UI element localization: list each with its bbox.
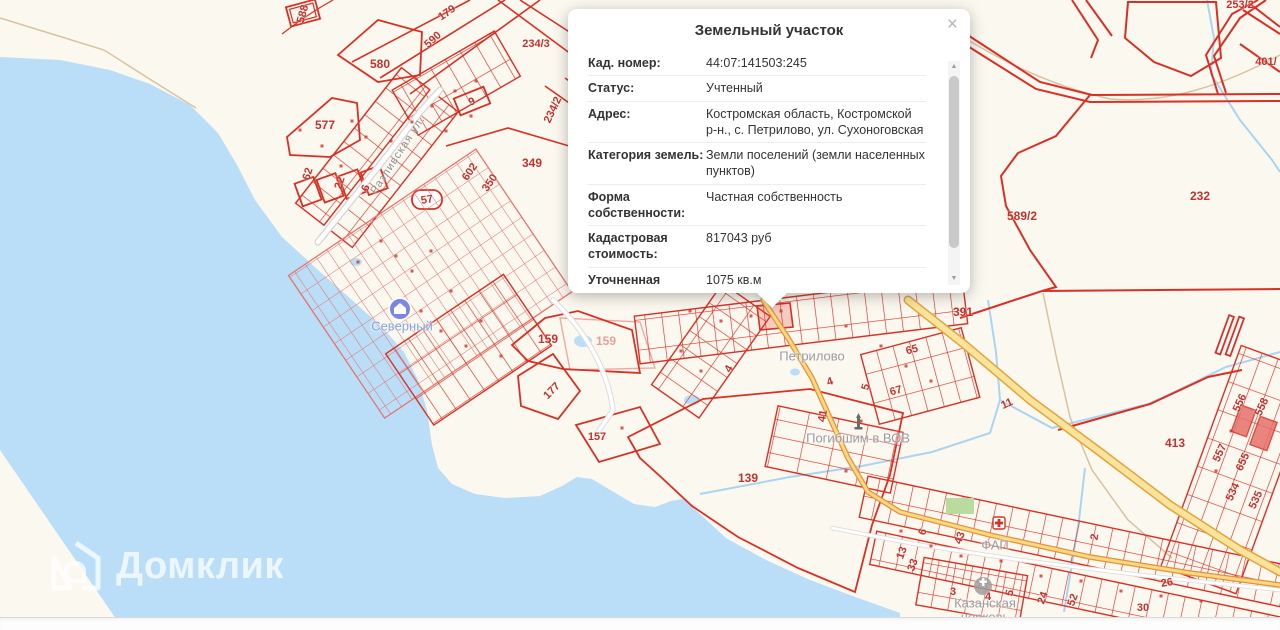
popup-row: Форма собственности: Частная собственнос… (588, 183, 926, 226)
row-value: 44:07:141503:245 (706, 56, 807, 70)
scroll-down-icon[interactable]: ▼ (948, 273, 960, 285)
row-value: 817043 руб (706, 231, 772, 245)
row-label: Форма собственности: (588, 189, 686, 220)
row-label: Адрес: (588, 106, 631, 121)
map-stage[interactable]: 588 179 590 580 234/3 577 234/2 9 349 602 350 62 22 6… (0, 0, 1280, 630)
row-value: 1075 кв.м (706, 272, 762, 287)
lawn (946, 498, 974, 514)
popup-row: Уточненная площадь: 1075 кв.м (588, 266, 926, 294)
bottom-bar (0, 617, 1280, 630)
row-label: Кад. номер: (588, 56, 661, 70)
row-value: Земли поселений (земли населенных пункто… (706, 148, 925, 179)
pond (790, 368, 800, 376)
settlement-marker-icon[interactable] (388, 297, 412, 321)
row-label: Кадастровая стоимость: (588, 231, 668, 262)
row-label: Статус: (588, 81, 635, 96)
row-value: Учтенный (706, 81, 763, 96)
popup-title: Земельный участок (694, 22, 844, 39)
popup-rows: Кад. номер: 44:07:141503:245 Статус: Учт… (588, 51, 926, 293)
scrollbar-thumb[interactable] (949, 76, 959, 248)
popup-row: Категория земель: Земли поселений (земли… (588, 142, 926, 184)
popup-row: Кад. номер: 44:07:141503:245 (588, 51, 926, 75)
close-icon[interactable]: × (945, 13, 960, 36)
church-icon (974, 577, 992, 595)
row-value: Костромская область, Костромской р-н., с… (706, 106, 924, 137)
parcel-info-popup: × Земельный участок Кад. номер: 44:07:14… (568, 9, 970, 308)
popup-row: Адрес: Костромская область, Костромской … (588, 100, 926, 143)
scroll-up-icon[interactable]: ▲ (948, 61, 960, 73)
row-label: Уточненная площадь: (588, 272, 661, 294)
row-label: Категория земель: (588, 148, 704, 162)
row-value: Частная собственность (706, 189, 843, 204)
popup-row: Кадастровая стоимость: 817043 руб (588, 225, 926, 267)
medical-point-icon (992, 516, 1006, 530)
popup-row: Статус: Учтенный (588, 75, 926, 100)
popup-scrollbar[interactable]: ▲ ▼ (948, 61, 960, 285)
